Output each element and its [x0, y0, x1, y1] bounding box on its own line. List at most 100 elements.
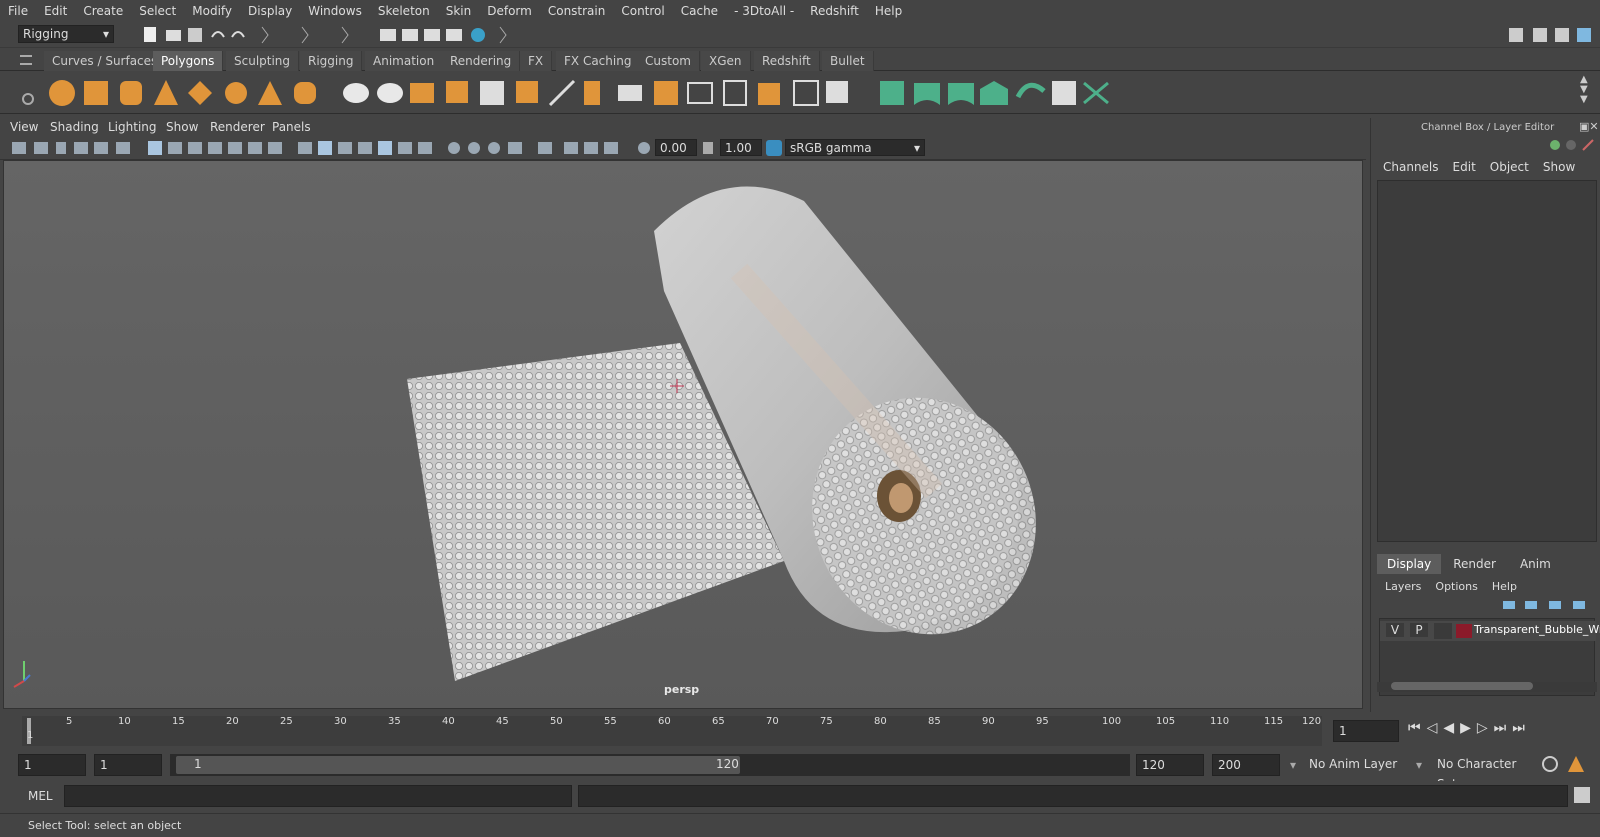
auto-key-icon[interactable] [1542, 756, 1558, 772]
3d-viewport[interactable]: persp [3, 160, 1363, 709]
tab-polygons[interactable]: Polygons [153, 51, 224, 71]
tab-fx[interactable]: FX [520, 51, 553, 71]
layer-color-swatch[interactable] [1456, 624, 1472, 638]
command-input[interactable] [64, 785, 572, 807]
range-bar[interactable]: 1 120 [170, 754, 1130, 776]
shelf-gear-icon[interactable] [22, 93, 34, 105]
layer-type-toggle[interactable] [1434, 623, 1452, 639]
menu-edit[interactable]: Edit [36, 4, 75, 18]
cmd-language-label[interactable]: MEL [28, 789, 53, 803]
vp-menu-shading[interactable]: Shading [50, 120, 99, 134]
color-management-icon[interactable] [766, 140, 782, 156]
menu-modify[interactable]: Modify [184, 4, 240, 18]
layer-menu-help[interactable]: Help [1492, 580, 1517, 593]
menu-deform[interactable]: Deform [479, 4, 540, 18]
layer-menu-options[interactable]: Options [1435, 580, 1477, 593]
cb-menu-show[interactable]: Show [1543, 160, 1575, 174]
poly-modeling-icons[interactable] [340, 77, 860, 109]
tab-xgen[interactable]: XGen [701, 51, 751, 71]
time-slider[interactable]: 1 5 10 15 20 25 30 35 40 45 50 55 60 65 … [0, 714, 1600, 750]
menu-constrain[interactable]: Constrain [540, 4, 614, 18]
tab-redshift[interactable]: Redshift [754, 51, 820, 71]
layer-menu-layers[interactable]: Layers [1385, 580, 1421, 593]
layer-name[interactable]: Transparent_Bubble_Wra [1474, 623, 1600, 636]
menu-file[interactable]: File [0, 4, 36, 18]
poly-primitive-icons[interactable] [46, 77, 366, 109]
chevron-down-icon[interactable]: ▾ [1290, 758, 1296, 772]
workspace-icons[interactable] [1505, 25, 1595, 45]
menu-skeleton[interactable]: Skeleton [370, 4, 438, 18]
anim-end-field[interactable]: 200 [1212, 754, 1280, 776]
chevron-down-icon[interactable]: ▾ [1416, 758, 1422, 772]
shelf-menu-icon[interactable] [20, 55, 32, 65]
tab-curves-surfaces[interactable]: Curves / Surfaces [44, 51, 167, 71]
exposure-field[interactable]: 0.00 [655, 139, 697, 156]
tab-rigging[interactable]: Rigging [300, 51, 363, 71]
channel-box-icons[interactable] [1549, 138, 1599, 152]
deform-tools-icons[interactable] [876, 77, 1116, 109]
vp-menu-view[interactable]: View [10, 120, 38, 134]
character-set-dropdown[interactable]: No Character Set [1432, 754, 1542, 791]
menu-windows[interactable]: Windows [300, 4, 370, 18]
playback-end-field[interactable]: 120 [1136, 754, 1204, 776]
tab-bullet[interactable]: Bullet [822, 51, 874, 71]
vp-menu-show[interactable]: Show [166, 120, 198, 134]
tab-anim[interactable]: Anim [1508, 554, 1563, 574]
tick-50: 50 [550, 716, 563, 727]
menu-skin[interactable]: Skin [438, 4, 480, 18]
camera-label: persp [664, 683, 700, 696]
shelf-tabs: Curves / Surfaces Polygons Sculpting Rig… [0, 49, 1600, 71]
menu-cache[interactable]: Cache [673, 4, 726, 18]
layer-tool-icons[interactable] [1501, 598, 1591, 612]
layer-playback-toggle[interactable]: P [1410, 623, 1428, 637]
layer-visibility-toggle[interactable]: V [1386, 623, 1404, 637]
menu-create[interactable]: Create [75, 4, 131, 18]
layer-row[interactable]: V P Transparent_Bubble_Wra [1380, 621, 1600, 641]
playback-start-field[interactable]: 1 [94, 754, 162, 776]
range-handle[interactable] [176, 756, 740, 774]
timeline-ruler[interactable]: 1 5 10 15 20 25 30 35 40 45 50 55 60 65 … [22, 716, 1322, 746]
menu-3dtoall[interactable]: - 3DtoAll - [726, 4, 802, 18]
menuset-dropdown[interactable]: Rigging ▾ [18, 25, 114, 43]
colorspace-dropdown[interactable]: sRGB gamma ▾ [785, 139, 925, 156]
panel-close-icon[interactable]: ▣✕ [1579, 120, 1599, 133]
cb-menu-object[interactable]: Object [1490, 160, 1529, 174]
file-tools-icons[interactable] [140, 25, 510, 45]
layer-scrollbar[interactable] [1377, 682, 1597, 692]
menu-display[interactable]: Display [240, 4, 300, 18]
gamma-field[interactable]: 1.00 [720, 139, 762, 156]
playback-controls-icon[interactable]: ⏮◁◀▶▷⏭⏭ [1408, 720, 1531, 736]
anim-start-field[interactable]: 1 [18, 754, 86, 776]
tick-90: 90 [982, 716, 995, 727]
vp-menu-lighting[interactable]: Lighting [108, 120, 157, 134]
tick-40: 40 [442, 716, 455, 727]
anim-layer-dropdown[interactable]: No Anim Layer [1304, 754, 1404, 776]
layer-editor-tabs: Display Render Anim [1377, 554, 1563, 574]
shelf-scroll-icon[interactable]: ▲ ▼ ▼ [1580, 75, 1588, 105]
menu-redshift[interactable]: Redshift [802, 4, 867, 18]
tab-rendering[interactable]: Rendering [442, 51, 521, 71]
preferences-icon[interactable] [1568, 756, 1584, 772]
tick-60: 60 [658, 716, 671, 727]
tab-fx-caching[interactable]: FX Caching [556, 51, 641, 71]
tab-animation[interactable]: Animation [365, 51, 444, 71]
menu-help[interactable]: Help [867, 4, 910, 18]
current-frame-field[interactable]: 1 [1333, 720, 1399, 742]
vp-menu-renderer[interactable]: Renderer [210, 120, 265, 134]
cb-menu-channels[interactable]: Channels [1383, 160, 1439, 174]
chevron-down-icon: ▾ [102, 27, 109, 41]
tick-65: 65 [712, 716, 725, 727]
cb-menu-edit[interactable]: Edit [1453, 160, 1476, 174]
vp-menu-panels[interactable]: Panels [272, 120, 311, 134]
chevron-down-icon: ▾ [913, 141, 920, 155]
tab-render[interactable]: Render [1441, 554, 1508, 574]
tab-display[interactable]: Display [1377, 554, 1442, 574]
viewport-tool-icons[interactable] [8, 140, 768, 156]
tab-sculpting[interactable]: Sculpting [226, 51, 300, 71]
bubble-wrap-render [13, 186, 1036, 688]
menu-select[interactable]: Select [131, 4, 184, 18]
tab-custom[interactable]: Custom [637, 51, 700, 71]
menu-control[interactable]: Control [613, 4, 672, 18]
tick-45: 45 [496, 716, 509, 727]
script-editor-icon[interactable] [1574, 787, 1590, 803]
